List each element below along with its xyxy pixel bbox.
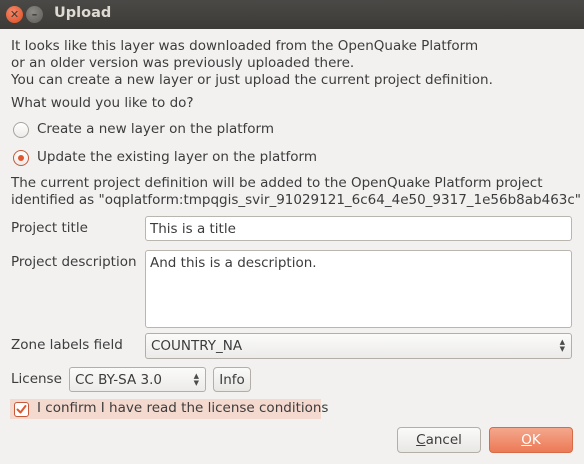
ok-mnemonic: O [521, 432, 532, 448]
zone-labels-value: COUNTRY_NA [151, 338, 243, 354]
ok-button[interactable]: OK [489, 427, 573, 453]
ok-label-rest: K [531, 432, 541, 448]
project-info-line-2: identified as "oqplatform:tmpqgis_svir_9… [11, 192, 582, 208]
spin-arrows-icon: ▲ ▼ [559, 338, 565, 353]
zone-labels-label: Zone labels field [11, 337, 123, 353]
license-info-button[interactable]: Info [213, 367, 251, 392]
intro-line-3: You can create a new layer or just uploa… [11, 72, 493, 88]
question-label: What would you like to do? [11, 95, 194, 111]
project-info-line-1: The current project definition will be a… [11, 175, 543, 191]
license-label: License [11, 371, 62, 387]
cancel-button[interactable]: Cancel [397, 427, 481, 453]
project-title-input[interactable]: This is a title [145, 216, 572, 241]
confirm-license-label[interactable]: I confirm I have read the license condit… [37, 400, 328, 417]
project-description-textarea[interactable]: And this is a description. [145, 250, 572, 328]
intro-line-1: It looks like this layer was downloaded … [11, 38, 479, 54]
checkmark-icon [16, 405, 27, 414]
license-value: CC BY-SA 3.0 [75, 372, 162, 388]
intro-line-2: or an older version was previously uploa… [11, 55, 355, 71]
cancel-label-rest: ancel [425, 432, 462, 448]
cancel-mnemonic: C [416, 432, 426, 448]
project-description-label: Project description [11, 254, 137, 270]
minimize-icon: – [31, 8, 38, 21]
update-existing-layer-label[interactable]: Update the existing layer on the platfor… [37, 149, 317, 165]
create-new-layer-label[interactable]: Create a new layer on the platform [37, 121, 274, 137]
window-title: Upload [54, 5, 112, 21]
license-combobox[interactable]: CC BY-SA 3.0 ▲ ▼ [69, 367, 206, 392]
create-new-layer-radio[interactable] [13, 122, 29, 138]
confirm-license-checkbox[interactable] [14, 402, 29, 417]
update-existing-layer-radio[interactable] [13, 150, 29, 166]
title-bar: ✕ – Upload [0, 0, 584, 29]
zone-labels-combobox[interactable]: COUNTRY_NA ▲ ▼ [145, 333, 572, 359]
close-icon: ✕ [9, 8, 20, 21]
spin-arrows-icon: ▲ ▼ [193, 372, 199, 387]
minimize-window-button[interactable]: – [26, 6, 43, 23]
close-window-button[interactable]: ✕ [6, 6, 23, 23]
project-title-label: Project title [11, 220, 88, 236]
